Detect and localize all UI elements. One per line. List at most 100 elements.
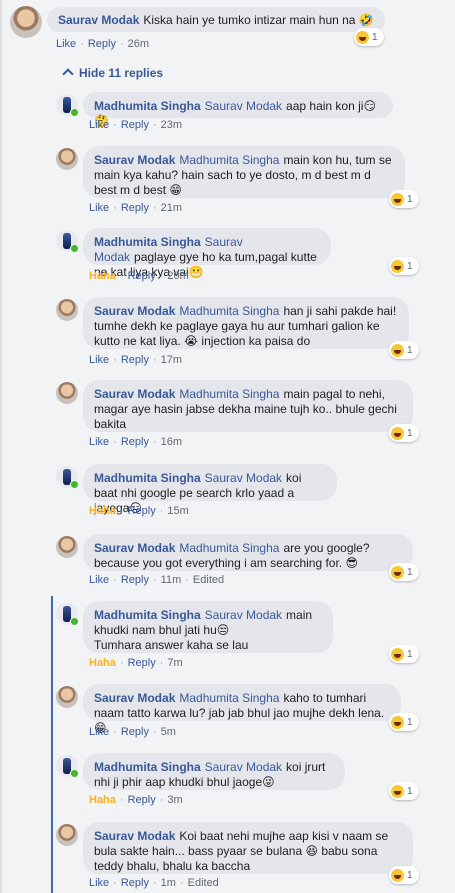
reply-button[interactable]: Reply xyxy=(128,270,156,282)
reaction-count[interactable]: 1 xyxy=(389,713,419,731)
like-button[interactable]: Like xyxy=(89,202,109,214)
hide-replies-button[interactable]: Hide 11 replies xyxy=(62,66,164,80)
separator: · xyxy=(113,436,117,448)
separator: · xyxy=(119,505,124,517)
reply-bubble: Saurav Modak Madhumita Singha are you goog… xyxy=(83,534,413,571)
reply-mention[interactable]: Saurav Modak xyxy=(205,471,282,485)
like-button[interactable]: Like xyxy=(89,726,109,738)
reply-actions: Like · Reply · 1m · Edited xyxy=(89,877,219,889)
timestamp[interactable]: 20m xyxy=(167,270,188,282)
haha-icon xyxy=(391,868,404,882)
reply-button[interactable]: Reply xyxy=(121,202,149,214)
reply-author[interactable]: Madhumita Singha xyxy=(94,235,201,249)
timestamp[interactable]: 7m xyxy=(167,657,182,669)
avatar[interactable] xyxy=(56,536,78,558)
comment-author[interactable]: Saurav Modak xyxy=(58,13,139,27)
reaction-count[interactable]: 1 xyxy=(389,257,419,275)
haha-icon xyxy=(391,343,404,357)
reply-author[interactable]: Madhumita Singha xyxy=(94,99,201,113)
timestamp[interactable]: 15m xyxy=(167,505,188,517)
comment-emoji: 🤣 xyxy=(358,13,374,27)
reply-author[interactable]: Saurav Modak xyxy=(94,541,175,555)
timestamp[interactable]: 3m xyxy=(167,794,182,806)
reply-author[interactable]: Madhumita Singha xyxy=(94,760,201,774)
chevron-up-icon xyxy=(62,68,74,80)
timestamp[interactable]: 11m xyxy=(161,574,182,586)
edited-label[interactable]: Edited xyxy=(188,877,219,889)
reply-button[interactable]: Reply xyxy=(121,436,149,448)
avatar[interactable] xyxy=(10,6,42,38)
separator: · xyxy=(113,202,117,214)
reaction-count[interactable]: 1 xyxy=(389,190,419,208)
like-button[interactable]: Like xyxy=(89,436,109,448)
haha-reaction-button[interactable]: Haha xyxy=(89,657,116,669)
reply-bubble: Madhumita Singha Saurav Modak paglaye gye … xyxy=(83,228,331,279)
reaction-count-label: 1 xyxy=(407,716,413,728)
avatar[interactable] xyxy=(56,382,78,404)
separator: · xyxy=(159,505,164,517)
timestamp[interactable]: 17m xyxy=(161,354,182,366)
reaction-count-label: 1 xyxy=(407,648,413,660)
reply-button[interactable]: Reply xyxy=(121,877,149,889)
reply-mention[interactable]: Saurav Modak xyxy=(205,760,282,774)
comment-bubble: Saurav Modak Kiska hain ye tumko intizar … xyxy=(47,7,385,32)
reply-mention[interactable]: Madhumita Singha xyxy=(179,691,279,705)
reply-author[interactable]: Saurav Modak xyxy=(94,153,175,167)
reaction-count[interactable]: 1 xyxy=(389,424,419,442)
reply-mention[interactable]: Madhumita Singha xyxy=(179,304,279,318)
reply-mention[interactable]: Saurav Modak xyxy=(205,608,282,622)
reaction-count-label: 1 xyxy=(407,193,413,205)
comment-text: Kiska hain ye tumko intizar main hun na xyxy=(143,13,356,27)
reply-author[interactable]: Saurav Modak xyxy=(94,387,175,401)
reaction-count[interactable]: 1 xyxy=(389,866,419,884)
reply-button[interactable]: Reply xyxy=(121,726,149,738)
reply-button[interactable]: Reply xyxy=(121,119,149,131)
reaction-count-label: 1 xyxy=(407,869,413,881)
reply-author[interactable]: Saurav Modak xyxy=(94,691,175,705)
page-edge xyxy=(0,0,2,893)
avatar[interactable] xyxy=(56,824,78,846)
reply-author[interactable]: Madhumita Singha xyxy=(94,608,201,622)
like-button[interactable]: Like xyxy=(89,119,109,131)
like-button[interactable]: Like xyxy=(89,354,109,366)
reply-author[interactable]: Saurav Modak xyxy=(94,829,175,843)
separator: · xyxy=(152,202,157,214)
avatar[interactable] xyxy=(56,686,78,708)
reply-button[interactable]: Reply xyxy=(121,354,149,366)
timestamp[interactable]: 5m xyxy=(161,726,176,738)
separator: · xyxy=(159,657,164,669)
reply-mention[interactable]: Madhumita Singha xyxy=(179,153,279,167)
haha-reaction-button[interactable]: Haha xyxy=(89,505,116,517)
reply-mention[interactable]: Madhumita Singha xyxy=(179,387,279,401)
timestamp[interactable]: 26m xyxy=(128,38,149,50)
reply-author[interactable]: Saurav Modak xyxy=(94,304,175,318)
reply-button[interactable]: Reply xyxy=(128,505,156,517)
reply-author[interactable]: Madhumita Singha xyxy=(94,471,201,485)
reply-bubble: Madhumita Singha Saurav Modak main khudki … xyxy=(83,601,333,653)
reply-button[interactable]: Reply xyxy=(128,657,156,669)
edited-label[interactable]: Edited xyxy=(193,574,224,586)
hide-replies-label: Hide 11 replies xyxy=(79,66,164,80)
reaction-count[interactable]: 1 xyxy=(389,645,419,663)
reaction-count[interactable]: 1 xyxy=(389,563,419,581)
reply-bubble: Madhumita Singha Saurav Modak aap hain kon… xyxy=(83,92,393,128)
reply-mention[interactable]: Madhumita Singha xyxy=(179,541,279,555)
reply-mention[interactable]: Saurav Modak xyxy=(205,99,282,113)
like-button[interactable]: Like xyxy=(56,38,76,50)
reply-button[interactable]: Reply xyxy=(128,794,156,806)
reaction-count[interactable]: 1 xyxy=(354,28,384,46)
avatar[interactable] xyxy=(56,299,78,321)
timestamp[interactable]: 23m xyxy=(161,119,182,131)
reaction-count[interactable]: 1 xyxy=(389,341,419,359)
haha-reaction-button[interactable]: Haha xyxy=(89,794,116,806)
timestamp[interactable]: 21m xyxy=(161,202,182,214)
timestamp[interactable]: 16m xyxy=(161,436,182,448)
reply-button[interactable]: Reply xyxy=(121,574,149,586)
haha-reaction-button[interactable]: Haha xyxy=(89,270,116,282)
like-button[interactable]: Like xyxy=(89,574,109,586)
avatar[interactable] xyxy=(56,148,78,170)
timestamp[interactable]: 1m xyxy=(161,877,176,889)
reply-button[interactable]: Reply xyxy=(88,38,116,50)
reaction-count[interactable]: 1 xyxy=(389,782,419,800)
like-button[interactable]: Like xyxy=(89,877,109,889)
